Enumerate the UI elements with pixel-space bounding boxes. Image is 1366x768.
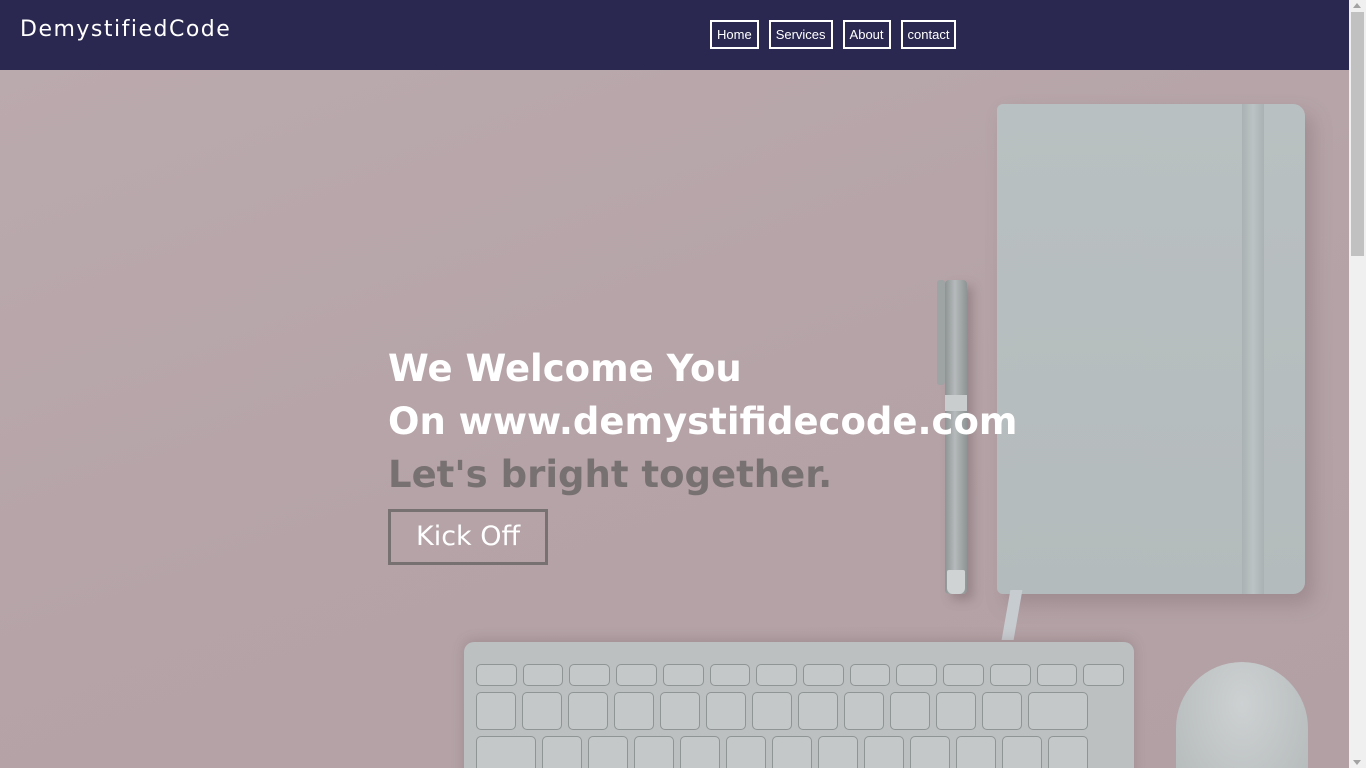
keyboard-key bbox=[1028, 692, 1088, 730]
hero-notebook-ribbon bbox=[1001, 590, 1023, 640]
kick-off-button[interactable]: Kick Off bbox=[388, 509, 549, 565]
brand-logo[interactable]: DemystifiedCode bbox=[20, 17, 231, 42]
keyboard-key bbox=[522, 664, 564, 686]
page: DemystifiedCode Home Services About cont… bbox=[0, 0, 1366, 768]
keyboard-row bbox=[476, 736, 1124, 768]
keyboard-key bbox=[709, 664, 751, 686]
keyboard-key bbox=[476, 736, 536, 768]
keyboard-key bbox=[890, 692, 930, 730]
keyboard-key bbox=[726, 736, 766, 768]
keyboard-key bbox=[568, 692, 608, 730]
hero-section: We Welcome You On www.demystifidecode.co… bbox=[0, 70, 1349, 768]
keyboard-row bbox=[476, 692, 1124, 730]
keyboard-key bbox=[634, 736, 674, 768]
keyboard-key bbox=[752, 692, 792, 730]
keyboard-key bbox=[1036, 664, 1078, 686]
vertical-scrollbar[interactable] bbox=[1349, 0, 1366, 768]
hero-notebook-strap bbox=[1242, 104, 1264, 594]
keyboard-key bbox=[569, 664, 611, 686]
keyboard-key bbox=[849, 664, 891, 686]
nav-link-contact[interactable]: contact bbox=[900, 20, 957, 49]
keyboard-key bbox=[1002, 736, 1042, 768]
keyboard-key bbox=[772, 736, 812, 768]
keyboard-key bbox=[910, 736, 950, 768]
keyboard-key bbox=[936, 692, 976, 730]
keyboard-key bbox=[956, 736, 996, 768]
scrollbar-thumb[interactable] bbox=[1351, 12, 1364, 256]
keyboard-key bbox=[706, 692, 746, 730]
keyboard-key bbox=[616, 664, 657, 686]
keyboard-key bbox=[542, 736, 582, 768]
keyboard-key bbox=[943, 664, 984, 686]
keyboard-key bbox=[614, 692, 654, 730]
keyboard-key bbox=[896, 664, 938, 686]
keyboard-key bbox=[989, 664, 1031, 686]
hero-text-block: We Welcome You On www.demystifidecode.co… bbox=[388, 342, 1017, 565]
scroll-up-arrow-icon[interactable] bbox=[1353, 3, 1361, 8]
keyboard-key bbox=[1048, 736, 1088, 768]
hero-keyboard-keys bbox=[476, 664, 1125, 768]
keyboard-key bbox=[588, 736, 628, 768]
scroll-down-arrow-icon[interactable] bbox=[1353, 760, 1361, 765]
keyboard-key bbox=[818, 736, 858, 768]
keyboard-key bbox=[662, 664, 704, 686]
hero-headline-line1: We Welcome You bbox=[388, 347, 742, 390]
nav-link-home[interactable]: Home bbox=[710, 20, 759, 49]
keyboard-key bbox=[680, 736, 720, 768]
keyboard-key bbox=[476, 664, 517, 686]
hero-mouse-image bbox=[1176, 662, 1308, 768]
nav-link-about[interactable]: About bbox=[842, 20, 891, 49]
keyboard-key bbox=[844, 692, 884, 730]
keyboard-key bbox=[864, 736, 904, 768]
hero-headline-line2: On www.demystifidecode.com bbox=[388, 400, 1018, 443]
keyboard-key bbox=[803, 664, 844, 686]
keyboard-key bbox=[476, 692, 516, 730]
nav-link-services[interactable]: Services bbox=[768, 20, 833, 49]
keyboard-row bbox=[476, 664, 1125, 686]
keyboard-key bbox=[982, 692, 1022, 730]
keyboard-key bbox=[798, 692, 838, 730]
navbar: DemystifiedCode Home Services About cont… bbox=[0, 0, 1349, 70]
main-nav: Home Services About contact bbox=[710, 20, 957, 49]
hero-pen-tip bbox=[947, 570, 965, 594]
keyboard-key bbox=[756, 664, 798, 686]
keyboard-key bbox=[1083, 664, 1125, 686]
keyboard-key bbox=[660, 692, 700, 730]
keyboard-key bbox=[522, 692, 562, 730]
hero-tagline: Let's bright together. bbox=[388, 453, 833, 496]
